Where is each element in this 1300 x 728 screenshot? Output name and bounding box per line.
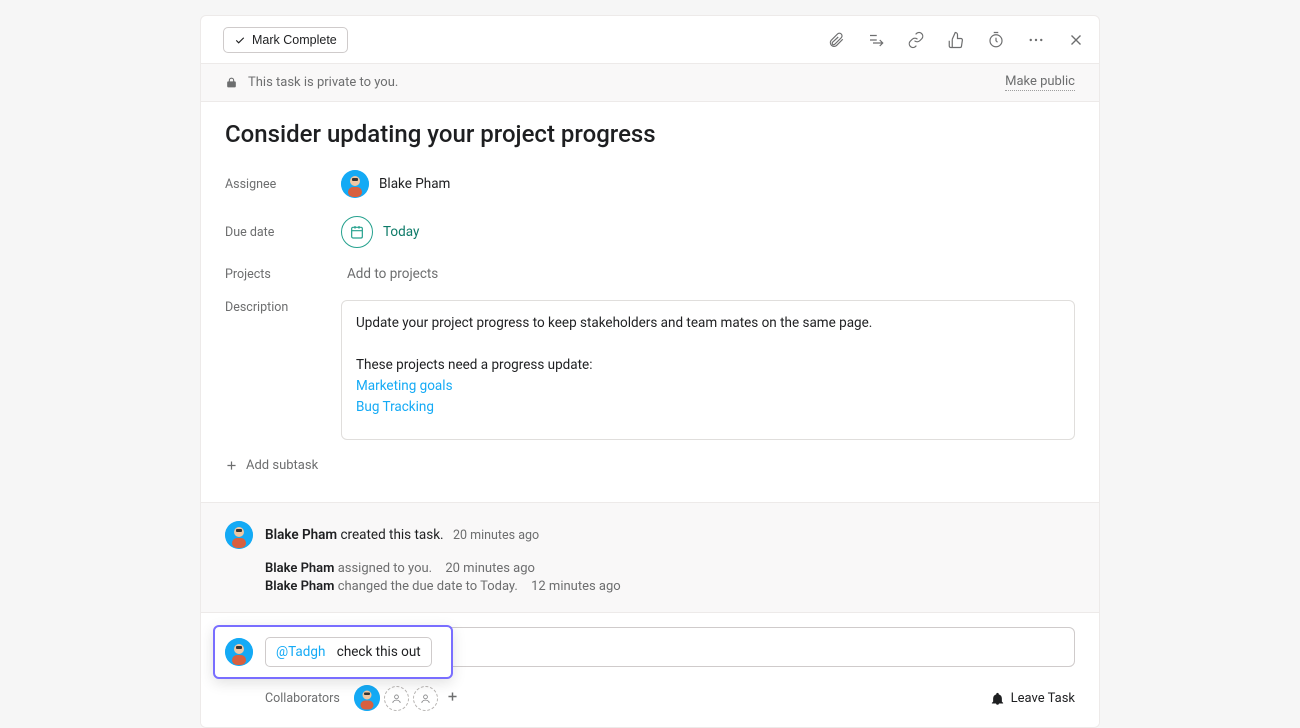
due-date-value[interactable]: Today bbox=[341, 216, 419, 248]
privacy-message: This task is private to you. bbox=[248, 75, 398, 90]
plus-icon bbox=[446, 690, 459, 703]
mention-chip[interactable]: @Tadgh check this out bbox=[265, 637, 432, 667]
toolbar-icons bbox=[827, 31, 1085, 49]
collaborator-avatar[interactable] bbox=[354, 685, 380, 711]
calendar-icon bbox=[341, 216, 373, 248]
check-icon bbox=[234, 34, 246, 46]
activity-created-name: Blake Pham bbox=[265, 527, 337, 543]
mention-text: @Tadgh bbox=[276, 644, 325, 660]
activity-feed: Blake Pham created this task. 20 minutes… bbox=[201, 502, 1099, 612]
add-collaborator-slot-2[interactable] bbox=[413, 686, 438, 711]
mark-complete-label: Mark Complete bbox=[252, 33, 337, 47]
task-detail-pane: Mark Complete bbox=[200, 15, 1100, 728]
leave-task-button[interactable]: Leave Task bbox=[990, 691, 1075, 706]
make-public-link[interactable]: Make public bbox=[1005, 74, 1075, 91]
due-date-label: Due date bbox=[225, 225, 341, 240]
add-collaborator-slot-1[interactable] bbox=[384, 686, 409, 711]
add-subtask-label: Add subtask bbox=[246, 458, 318, 473]
mention-rest-text bbox=[329, 644, 332, 660]
projects-row: Projects Add to projects bbox=[225, 266, 1075, 282]
assignee-name: Blake Pham bbox=[379, 176, 450, 192]
activity-created-row: Blake Pham created this task. 20 minutes… bbox=[225, 521, 1075, 549]
description-line1: Update your project progress to keep sta… bbox=[356, 313, 1060, 334]
task-toolbar: Mark Complete bbox=[201, 16, 1099, 64]
description-row: Description Update your project progress… bbox=[225, 300, 1075, 440]
add-to-projects[interactable]: Add to projects bbox=[341, 266, 438, 282]
like-icon[interactable] bbox=[947, 31, 965, 49]
collaborators-list bbox=[354, 685, 463, 711]
close-icon[interactable] bbox=[1067, 31, 1085, 49]
task-title[interactable]: Consider updating your project progress bbox=[225, 120, 1075, 148]
task-body: Consider updating your project progress … bbox=[201, 102, 1099, 502]
collaborators-label: Collaborators bbox=[265, 691, 340, 706]
description-line2: These projects need a progress update: bbox=[356, 355, 1060, 376]
timer-icon[interactable] bbox=[987, 31, 1005, 49]
add-subtask-button[interactable]: Add subtask bbox=[225, 458, 1075, 473]
description-label: Description bbox=[225, 300, 341, 315]
add-collaborator-button[interactable] bbox=[442, 690, 463, 707]
comment-composer-wrap: @Tadgh check this out bbox=[201, 612, 1099, 671]
leave-task-label: Leave Task bbox=[1011, 691, 1075, 706]
attachment-icon[interactable] bbox=[827, 31, 845, 49]
activity-event-assigned: Blake Pham assigned to you. 20 minutes a… bbox=[265, 561, 1075, 576]
task-footer: Collaborators Leave Task bbox=[201, 671, 1099, 727]
projects-label: Projects bbox=[225, 267, 341, 282]
assignee-avatar bbox=[341, 170, 369, 198]
activity-created-time: 20 minutes ago bbox=[453, 528, 539, 543]
activity-event-duedate: Blake Pham changed the due date to Today… bbox=[265, 579, 1075, 594]
bell-icon bbox=[990, 691, 1005, 706]
assignee-row: Assignee Blake Pham bbox=[225, 170, 1075, 198]
composer-avatar bbox=[225, 638, 253, 666]
activity-avatar bbox=[225, 521, 253, 549]
plus-icon bbox=[225, 459, 238, 472]
assignee-label: Assignee bbox=[225, 177, 341, 192]
assignee-value[interactable]: Blake Pham bbox=[341, 170, 450, 198]
link-icon[interactable] bbox=[907, 31, 925, 49]
activity-created-text: Blake Pham created this task. 20 minutes… bbox=[265, 527, 539, 543]
due-date-row: Due date Today bbox=[225, 216, 1075, 248]
lock-icon bbox=[225, 76, 238, 89]
mark-complete-button[interactable]: Mark Complete bbox=[223, 27, 348, 53]
subtask-icon[interactable] bbox=[867, 31, 885, 49]
mention-popover: @Tadgh check this out bbox=[213, 625, 453, 679]
more-icon[interactable] bbox=[1027, 31, 1045, 49]
due-date-text: Today bbox=[383, 224, 419, 240]
description-input[interactable]: Update your project progress to keep sta… bbox=[341, 300, 1075, 440]
description-link-bug-tracking[interactable]: Bug Tracking bbox=[356, 399, 434, 415]
description-link-marketing[interactable]: Marketing goals bbox=[356, 378, 453, 394]
privacy-banner: This task is private to you. Make public bbox=[201, 64, 1099, 102]
